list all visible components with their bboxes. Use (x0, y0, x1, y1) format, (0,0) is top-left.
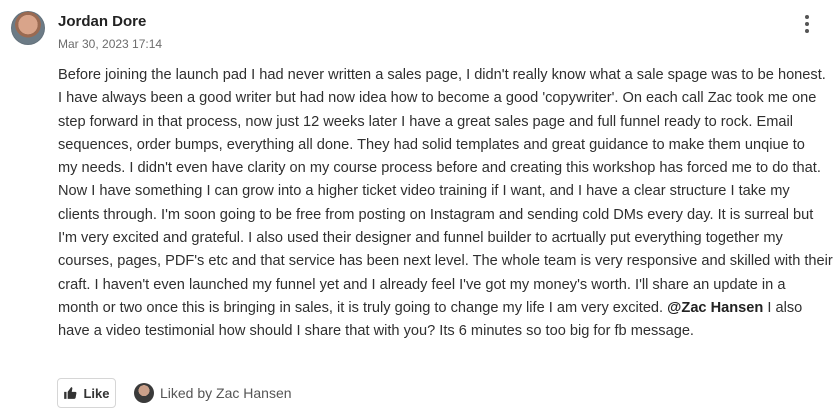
author-avatar[interactable] (11, 11, 45, 45)
post-line-text: I also (767, 299, 803, 316)
mention-link[interactable]: @Zac Hansen (667, 300, 763, 316)
post-line: month or two once this is bringing in sa… (58, 297, 823, 320)
author-name[interactable]: Jordan Dore (58, 13, 146, 30)
post-line: Now I have something I can grow into a h… (58, 183, 790, 200)
post-body: Before joining the launch pad I had neve… (58, 64, 833, 344)
post-line: craft. I haven't even launched my funnel… (58, 276, 786, 293)
like-label: Like (83, 385, 110, 401)
post-line: step forward in that process, now just 1… (58, 113, 793, 130)
like-button[interactable]: Like (57, 378, 116, 408)
post-line: have a video testimonial how should I sh… (58, 323, 694, 340)
post-line: courses, pages, PDF's etc and that servi… (58, 253, 833, 270)
post-line: I'm very excited and grateful. I also us… (58, 230, 783, 247)
post-line: clients through. I'm soon going to be fr… (58, 206, 814, 223)
post-line: Before joining the launch pad I had neve… (58, 67, 826, 83)
post-date[interactable]: Mar 30, 2023 17:14 (58, 37, 162, 51)
post-line: my needs. I didn't even have clarity on … (58, 160, 821, 177)
thumbs-up-icon (64, 387, 77, 399)
post-line: sequences, order bumps, everything all d… (58, 136, 805, 153)
liker-avatar[interactable] (134, 383, 154, 403)
post-card: Jordan Dore Mar 30, 2023 17:14 Before jo… (0, 0, 833, 413)
post-line-text: month or two once this is bringing in sa… (58, 299, 664, 316)
liked-by-text[interactable]: Liked by Zac Hansen (160, 385, 292, 401)
post-line: I have always been a good writer but had… (58, 90, 817, 107)
more-options-icon[interactable] (799, 14, 815, 34)
